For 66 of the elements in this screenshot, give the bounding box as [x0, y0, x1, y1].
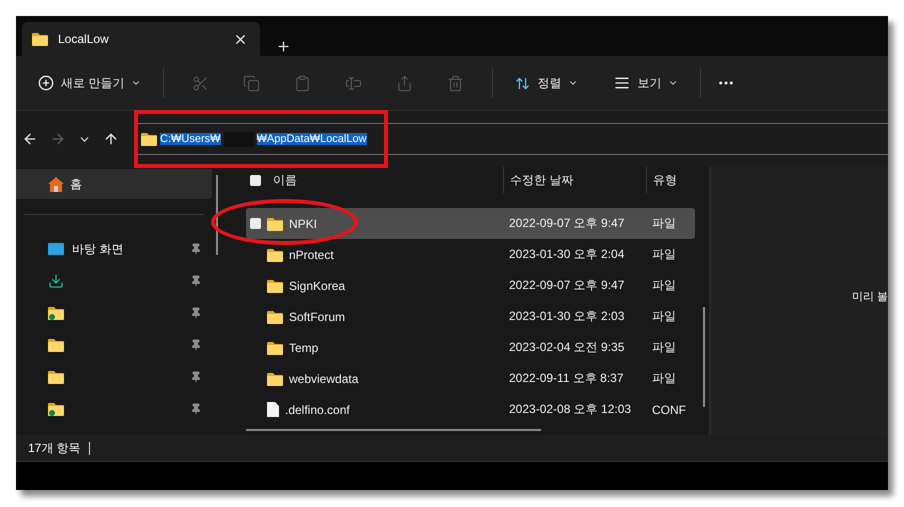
folder-icon	[267, 248, 283, 262]
scrollbar-thumb[interactable]	[703, 307, 705, 407]
file-type: 파일	[652, 277, 676, 294]
synced-folder-icon	[48, 402, 64, 416]
file-name: NPKI	[289, 216, 318, 230]
scrollbar-thumb[interactable]	[216, 175, 218, 255]
file-row[interactable]: webviewdata 2022-09-11 오후 8:37 파일	[246, 363, 695, 394]
view-button[interactable]: 보기	[606, 68, 686, 98]
modified-date: 2022-09-07 오후 9:47	[509, 277, 624, 294]
preview-message: 미리 볼	[852, 290, 888, 304]
synced-folder-icon	[48, 306, 64, 320]
download-icon	[48, 273, 64, 289]
lines-icon	[614, 75, 630, 91]
file-row[interactable]: NPKI 2022-09-07 오후 9:47 파일	[246, 208, 695, 239]
file-name: webviewdata	[289, 372, 358, 386]
file-type: CONF	[652, 402, 686, 416]
folder-icon	[48, 370, 64, 384]
file-type: 파일	[652, 215, 676, 232]
select-all-checkbox[interactable]	[250, 174, 261, 186]
file-name: .delfino.conf	[285, 402, 350, 416]
file-name: SoftForum	[289, 310, 346, 324]
file-type: 파일	[652, 370, 676, 387]
monitor-icon	[48, 242, 64, 256]
folder-icon	[32, 32, 48, 46]
modified-date: 2023-02-04 오전 9:35	[509, 339, 624, 356]
file-name: nProtect	[289, 248, 334, 262]
plus-circle-icon	[38, 75, 54, 91]
sort-arrows-icon	[515, 76, 530, 90]
column-header[interactable]: 이름	[273, 172, 297, 188]
column-header[interactable]: 수정한 날짜	[510, 172, 574, 188]
folder-icon	[141, 132, 157, 146]
folder-icon	[48, 338, 64, 352]
scrollbar-thumb[interactable]	[246, 429, 541, 431]
folder-icon	[267, 278, 283, 292]
tab-title: LocalLow	[58, 32, 110, 46]
column-header[interactable]: 유형	[653, 172, 677, 188]
file-name: SignKorea	[289, 278, 346, 292]
folder-tab[interactable]: LocalLow	[22, 22, 260, 56]
modified-date: 2022-09-07 오후 9:47	[509, 215, 624, 232]
file-row[interactable]: .delfino.conf 2023-02-08 오후 12:03 CONF	[246, 394, 695, 425]
row-checkbox[interactable]	[250, 218, 261, 229]
file-name: Temp	[289, 340, 318, 354]
folder-icon	[267, 372, 283, 386]
file-type: 파일	[652, 308, 676, 325]
new-button[interactable]: 새로 만들기	[30, 68, 150, 98]
sidebar-item[interactable]: 바탕 화면	[16, 233, 212, 265]
modified-date: 2023-02-08 오후 12:03	[509, 401, 632, 418]
home-item[interactable]: 홈	[16, 169, 212, 199]
modified-date: 2022-09-11 오후 8:37	[509, 370, 624, 387]
address-path: C:₩Users₩	[160, 133, 220, 145]
item-count: 17개 항목	[28, 440, 81, 456]
sort-button[interactable]: 정렬	[507, 68, 586, 98]
folder-icon	[267, 216, 283, 230]
file-row[interactable]: Temp 2023-02-04 오전 9:35 파일	[246, 332, 695, 363]
document-icon	[267, 402, 279, 417]
home-icon	[48, 176, 64, 192]
modified-date: 2023-01-30 오후 2:04	[509, 246, 624, 263]
folder-icon	[267, 310, 283, 324]
sidebar-label: 바탕 화면	[72, 240, 124, 258]
file-row[interactable]: nProtect 2023-01-30 오후 2:04 파일	[246, 239, 695, 270]
folder-icon	[267, 340, 283, 354]
file-type: 파일	[652, 246, 676, 263]
file-row[interactable]: SoftForum 2023-01-30 오후 2:03 파일	[246, 301, 695, 332]
file-row[interactable]: SignKorea 2022-09-07 오후 9:47 파일	[246, 270, 695, 301]
file-type: 파일	[652, 339, 676, 356]
modified-date: 2023-01-30 오후 2:03	[509, 308, 624, 325]
